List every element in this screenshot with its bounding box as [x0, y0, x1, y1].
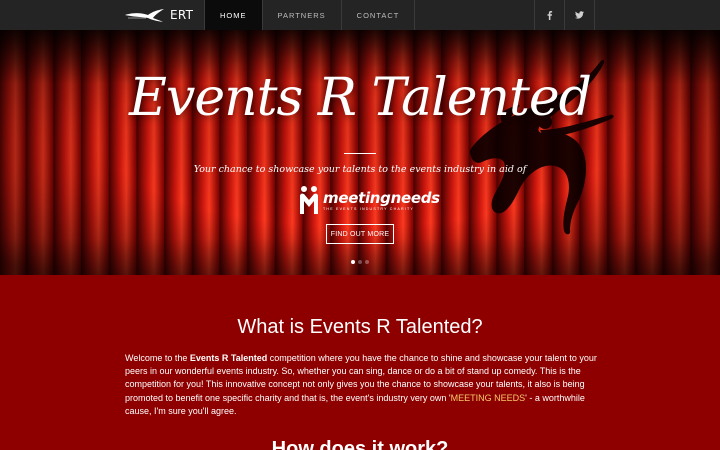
hero-title: Events R Talented — [129, 68, 592, 128]
meeting-needs-link[interactable]: MEETING NEEDS — [451, 393, 526, 403]
intro-text: Welcome to the — [125, 353, 190, 363]
main-nav: HOME PARTNERS CONTACT — [204, 0, 416, 30]
facebook-link[interactable] — [535, 0, 565, 30]
intro-bold: Events R Talented — [189, 353, 268, 363]
section-title: What is Events R Talented? — [237, 316, 483, 338]
social-links — [534, 0, 595, 30]
hero-tagline: Your chance to showcase your talents to … — [193, 164, 527, 175]
carousel-dot-3[interactable] — [365, 260, 369, 264]
meetingneeds-mark-icon — [300, 186, 318, 214]
nav-partners-label: PARTNERS — [277, 10, 326, 20]
brand-text: ERT — [170, 8, 194, 22]
intro-paragraph: Welcome to the Events R Talented competi… — [125, 352, 600, 418]
top-navbar: ERT HOME PARTNERS CONTACT — [0, 0, 720, 30]
nav-home[interactable]: HOME — [205, 0, 263, 30]
hero-carousel: Events R Talented Your chance to showcas… — [0, 30, 720, 275]
carousel-indicators — [351, 260, 369, 264]
dancer-logo-icon — [125, 9, 164, 22]
nav-contact[interactable]: CONTACT — [342, 0, 416, 30]
find-out-more-button[interactable]: FIND OUT MORE — [326, 224, 394, 244]
about-section: What is Events R Talented? Welcome to th… — [0, 275, 720, 450]
nav-contact-label: CONTACT — [356, 10, 400, 20]
meetingneeds-wordmark: meetingneeds THE EVENTS INDUSTRY CHARITY — [323, 190, 440, 211]
hero-divider — [344, 153, 376, 154]
carousel-dot-2[interactable] — [358, 260, 362, 264]
twitter-link[interactable] — [565, 0, 595, 30]
brand-home-link[interactable]: ERT — [124, 0, 193, 30]
partner-subtitle: THE EVENTS INDUSTRY CHARITY — [323, 206, 414, 211]
nav-partners[interactable]: PARTNERS — [263, 0, 342, 30]
carousel-dot-1[interactable] — [351, 260, 355, 264]
section-title-how: How does it work? — [271, 438, 449, 450]
facebook-icon — [547, 10, 552, 20]
nav-home-label: HOME — [220, 10, 247, 20]
partner-name: meetingneeds — [323, 188, 440, 207]
twitter-icon — [575, 11, 584, 19]
meetingneeds-logo[interactable]: meetingneeds THE EVENTS INDUSTRY CHARITY — [298, 183, 440, 217]
